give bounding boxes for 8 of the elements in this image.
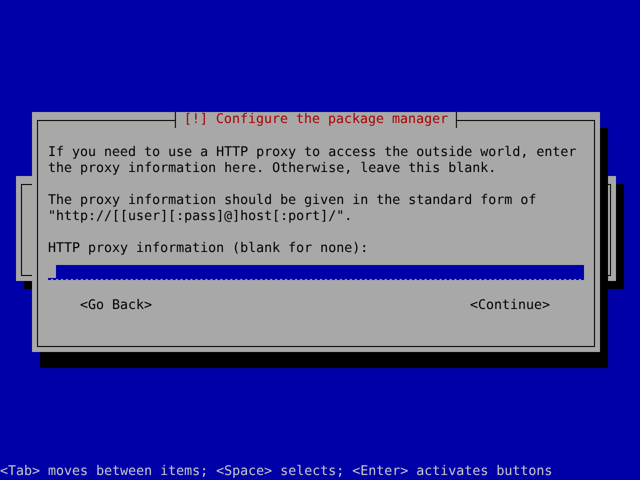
proxy-input-field[interactable] <box>56 265 584 279</box>
dialog-button[interactable]: <Continue> <box>470 298 550 314</box>
message-text: If you need to use a HTTP proxy to access the outside world, enter the proxy information here. Otherwise, leave this blank. <box>48 145 578 177</box>
status-bar-hint: <Tab> moves between items; <Space> selects; <Enter> activates buttons <box>0 464 552 480</box>
field-label: HTTP proxy information (blank for none): <box>48 241 370 257</box>
dialog-title: [!] Configure the package manager <box>174 112 458 128</box>
message-text: The proxy information should be given in the standard form of "http://[[user][:pass]@]host[:port]/". <box>48 193 538 225</box>
dialog-button[interactable]: <Go Back> <box>80 298 152 314</box>
